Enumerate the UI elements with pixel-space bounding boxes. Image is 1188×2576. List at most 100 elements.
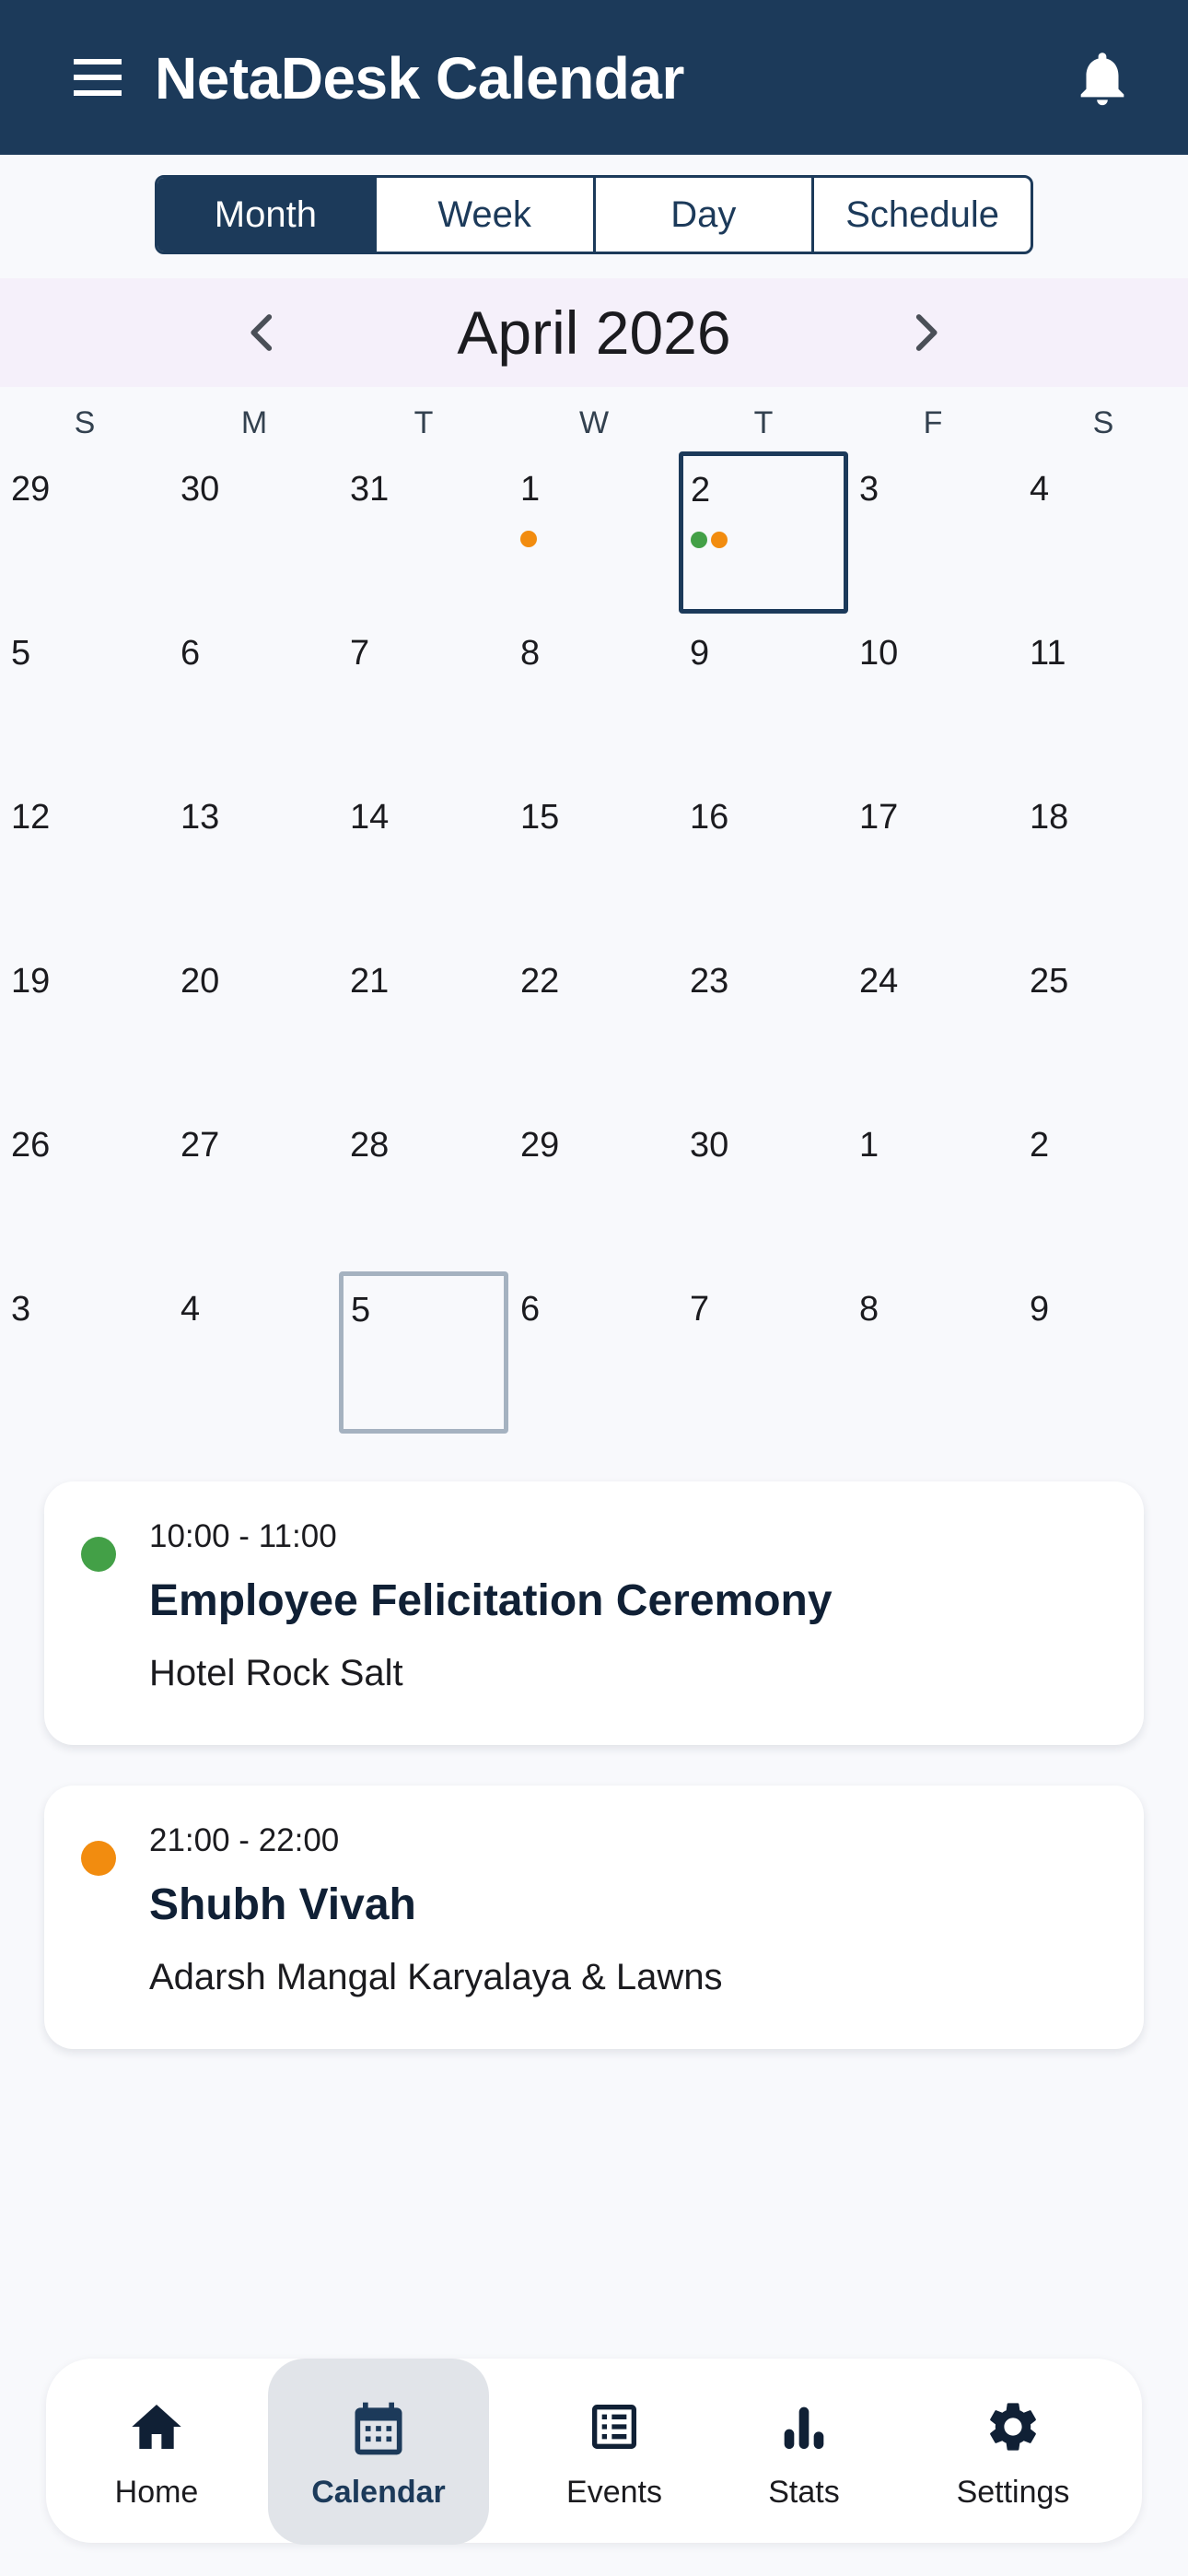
day-number: 9 (690, 634, 710, 673)
day-number: 31 (350, 470, 390, 509)
hamburger-menu-icon[interactable] (70, 55, 125, 100)
nav-label: Stats (768, 2475, 840, 2510)
day-cell[interactable]: 18 (1019, 779, 1188, 942)
day-cell[interactable]: 10 (848, 615, 1018, 778)
chevron-left-icon[interactable] (236, 306, 289, 359)
day-number: 5 (11, 634, 31, 673)
event-card[interactable]: 10:00 - 11:00 Employee Felicitation Cere… (44, 1481, 1144, 1745)
day-number: 29 (11, 470, 51, 509)
day-number: 14 (350, 798, 390, 837)
day-number: 1 (859, 1126, 879, 1165)
day-cell[interactable]: 27 (169, 1107, 339, 1270)
view-switcher: Month Week Day Schedule (155, 175, 1033, 254)
day-cell[interactable]: 7 (679, 1271, 848, 1434)
day-number: 10 (859, 634, 899, 673)
day-cell[interactable]: 5 (0, 615, 169, 778)
day-number: 8 (520, 634, 541, 673)
day-cell[interactable]: 31 (339, 451, 508, 614)
day-cell[interactable]: 8 (848, 1271, 1018, 1434)
event-title: Shubh Vivah (149, 1880, 416, 1929)
day-cell[interactable]: 14 (339, 779, 508, 942)
day-number: 11 (1030, 634, 1066, 673)
weekday-label: T (753, 405, 774, 440)
day-cell[interactable]: 19 (0, 943, 169, 1106)
tab-day[interactable]: Day (596, 178, 815, 252)
day-cell[interactable]: 6 (509, 1271, 679, 1434)
day-cell[interactable]: 21 (339, 943, 508, 1106)
day-cell[interactable]: 23 (679, 943, 848, 1106)
day-cell[interactable]: 13 (169, 779, 339, 942)
day-cell[interactable]: 2 (679, 451, 848, 614)
event-time: 21:00 - 22:00 (149, 1822, 340, 1858)
day-cell[interactable]: 6 (169, 615, 339, 778)
tab-month[interactable]: Month (157, 178, 377, 252)
nav-events[interactable]: Events (541, 2359, 688, 2543)
event-card[interactable]: 21:00 - 22:00 Shubh Vivah Adarsh Mangal … (44, 1786, 1144, 2049)
day-cell[interactable]: 4 (169, 1271, 339, 1434)
day-cell[interactable]: 2 (1019, 1107, 1188, 1270)
day-number: 2 (1030, 1126, 1050, 1165)
app-bar: NetaDesk Calendar (0, 0, 1188, 155)
nav-stats[interactable]: Stats (730, 2359, 878, 2543)
day-cell[interactable]: 4 (1019, 451, 1188, 614)
day-number: 8 (859, 1290, 879, 1329)
day-cell[interactable]: 30 (169, 451, 339, 614)
day-cell[interactable]: 28 (339, 1107, 508, 1270)
day-cell[interactable]: 3 (0, 1271, 169, 1434)
day-number: 12 (11, 798, 51, 837)
nav-calendar[interactable]: Calendar (268, 2359, 489, 2545)
nav-home[interactable]: Home (83, 2359, 230, 2543)
day-cell[interactable]: 17 (848, 779, 1018, 942)
nav-settings[interactable]: Settings (939, 2359, 1087, 2543)
day-cell[interactable]: 9 (1019, 1271, 1188, 1434)
day-number: 19 (11, 962, 51, 1001)
day-number: 23 (690, 962, 729, 1001)
bell-icon[interactable] (1070, 46, 1135, 111)
tab-week[interactable]: Week (377, 178, 596, 252)
day-cell[interactable]: 12 (0, 779, 169, 942)
day-cell[interactable]: 29 (0, 451, 169, 614)
day-cell[interactable]: 5 (339, 1271, 508, 1434)
day-cell[interactable]: 1 (509, 451, 679, 614)
list-icon (585, 2397, 644, 2456)
day-cell[interactable]: 29 (509, 1107, 679, 1270)
day-number: 16 (690, 798, 729, 837)
event-title: Employee Felicitation Ceremony (149, 1576, 833, 1625)
day-cell[interactable]: 24 (848, 943, 1018, 1106)
day-cell[interactable]: 16 (679, 779, 848, 942)
day-cell[interactable]: 11 (1019, 615, 1188, 778)
nav-label: Events (566, 2475, 662, 2510)
day-cell[interactable]: 8 (509, 615, 679, 778)
tab-schedule[interactable]: Schedule (814, 178, 1031, 252)
day-cell[interactable]: 25 (1019, 943, 1188, 1106)
event-dot (691, 532, 707, 548)
day-cell[interactable]: 30 (679, 1107, 848, 1270)
day-cell[interactable]: 15 (509, 779, 679, 942)
day-number: 1 (520, 470, 541, 509)
bottom-navigation: Home Calendar Events Stats Settings (46, 2359, 1142, 2545)
chevron-right-icon[interactable] (899, 306, 952, 359)
day-number: 6 (520, 1290, 541, 1329)
event-indicators (520, 531, 537, 547)
day-number: 4 (1030, 470, 1050, 509)
day-number: 7 (690, 1290, 710, 1329)
day-number: 13 (181, 798, 220, 837)
day-cell[interactable]: 3 (848, 451, 1018, 614)
nav-label: Calendar (311, 2475, 446, 2510)
month-grid: 29 30 31 1 2 3 4 5 6 7 8 9 10 11 12 13 14 15 16 17 18 19 20 21 2… (0, 451, 1188, 1434)
day-cell[interactable]: 1 (848, 1107, 1018, 1270)
day-number: 22 (520, 962, 560, 1001)
day-cell[interactable]: 9 (679, 615, 848, 778)
day-cell[interactable]: 26 (0, 1107, 169, 1270)
day-cell[interactable]: 22 (509, 943, 679, 1106)
event-color-dot (81, 1537, 116, 1572)
weekday-label: S (1092, 405, 1114, 440)
day-cell[interactable]: 20 (169, 943, 339, 1106)
day-number: 20 (181, 962, 220, 1001)
event-location: Hotel Rock Salt (149, 1653, 403, 1693)
day-number: 28 (350, 1126, 390, 1165)
day-cell[interactable]: 7 (339, 615, 508, 778)
month-navigation: April 2026 (0, 278, 1188, 387)
day-number: 30 (690, 1126, 729, 1165)
calendar-icon (347, 2397, 406, 2456)
